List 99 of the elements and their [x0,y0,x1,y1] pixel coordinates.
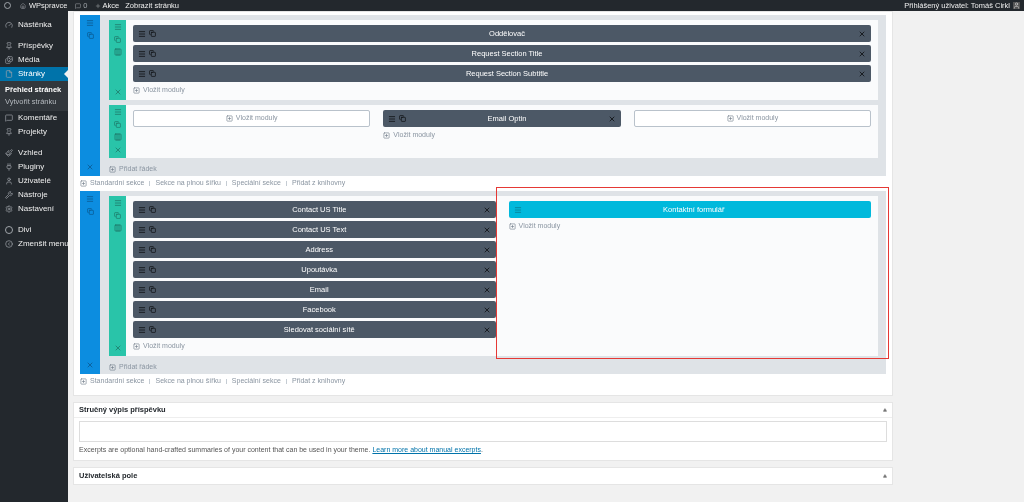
close-icon[interactable] [482,285,491,294]
close-icon[interactable] [113,146,122,154]
menu-icon[interactable] [138,69,146,78]
duplicate-icon[interactable] [149,50,156,57]
toggle-icon[interactable] [883,408,887,412]
duplicate-icon[interactable] [149,286,156,293]
sidebar-item[interactable]: Média [0,53,68,67]
menu-icon[interactable] [138,49,146,58]
collapse-icon [5,240,13,248]
sidebar-item[interactable]: Nástěnka [0,18,68,32]
plus-icon [383,131,391,139]
row-handle[interactable] [109,105,126,158]
close-icon[interactable] [858,69,866,78]
close-icon[interactable] [482,205,491,214]
menu-icon[interactable] [113,108,122,116]
close-icon[interactable] [482,265,491,274]
user-icon [5,177,13,185]
close-icon[interactable] [482,225,491,234]
columns-icon[interactable] [113,224,122,232]
sidebar-item[interactable]: Nástroje [0,188,68,202]
plus-icon [109,166,116,173]
duplicate-icon[interactable] [86,32,94,39]
sidebar-item[interactable]: Projekty [0,125,68,139]
close-icon[interactable] [858,29,866,38]
pin-icon [5,42,13,50]
plus-icon [109,364,116,371]
close-icon[interactable] [86,163,94,171]
pin-icon [5,128,13,136]
duplicate-icon[interactable] [149,326,156,333]
sidebar-item[interactable]: Příspěvky [0,39,68,53]
menu-icon[interactable] [86,195,94,203]
menu-icon[interactable] [138,205,146,214]
settings-icon [5,205,13,213]
plus-icon[interactable] [94,2,101,9]
duplicate-icon[interactable] [149,246,156,253]
menu-icon[interactable] [138,305,146,314]
sidebar-item[interactable]: Zmenšit menu [0,237,68,251]
row-handle[interactable] [109,196,126,356]
sidebar-item[interactable]: Uživatelé [0,174,68,188]
wrench-icon [5,191,13,199]
menu-icon[interactable] [513,205,522,214]
close-icon[interactable] [482,305,491,314]
close-icon[interactable] [113,344,122,352]
columns-icon[interactable] [113,48,122,56]
duplicate-icon[interactable] [149,266,156,273]
gauge-icon [5,21,13,29]
sidebar-item[interactable]: Nastavení [0,202,68,216]
menu-icon[interactable] [138,265,146,274]
sidebar-item[interactable]: Komentáře [0,111,68,125]
row-handle[interactable] [109,20,126,100]
duplicate-icon[interactable] [114,36,121,43]
duplicate-icon[interactable] [114,121,121,128]
excerpt-field[interactable] [79,421,887,442]
brush-icon [5,149,13,157]
home-icon[interactable] [20,2,26,9]
duplicate-icon[interactable] [149,30,156,37]
avatar-icon[interactable] [1013,2,1020,9]
menu-icon[interactable] [138,225,146,234]
sidebar-item[interactable]: Divi [0,223,68,237]
duplicate-icon[interactable] [149,70,156,77]
section-handle[interactable] [80,191,100,374]
duplicate-icon[interactable] [114,212,121,219]
duplicate-icon[interactable] [149,206,156,213]
close-icon[interactable] [482,245,491,254]
close-icon[interactable] [858,49,866,58]
plug-icon [5,163,13,171]
comment-icon[interactable] [75,2,82,9]
menu-icon[interactable] [86,19,94,27]
sidebar-item[interactable]: Pluginy [0,160,68,174]
section-handle[interactable] [80,15,100,176]
duplicate-icon[interactable] [149,226,156,233]
duplicate-icon[interactable] [86,208,94,215]
duplicate-icon[interactable] [149,306,156,313]
menu-icon[interactable] [138,325,146,334]
menu-icon[interactable] [113,23,122,31]
duplicate-icon[interactable] [399,115,407,122]
plus-icon [133,86,140,94]
plus-icon [508,222,516,230]
columns-icon[interactable] [113,133,122,141]
close-icon[interactable] [482,325,491,334]
plus-icon [225,115,233,122]
toggle-icon[interactable] [883,473,887,478]
images-icon [5,56,13,64]
menu-icon[interactable] [138,285,146,294]
plus-icon [80,180,87,187]
close-icon[interactable] [86,361,94,369]
comment-icon [5,114,13,122]
close-icon[interactable] [607,114,616,123]
plus-icon [726,115,734,122]
sidebar-item[interactable]: Vzhled [0,146,68,160]
menu-icon[interactable] [138,29,146,38]
plus-icon [133,342,140,350]
menu-icon[interactable] [138,245,146,254]
close-icon[interactable] [113,88,122,96]
plus-icon [80,378,87,385]
page-icon [5,70,13,78]
menu-icon[interactable] [113,199,122,207]
sidebar-item[interactable]: Stránky [0,67,68,81]
menu-icon[interactable] [388,114,397,123]
